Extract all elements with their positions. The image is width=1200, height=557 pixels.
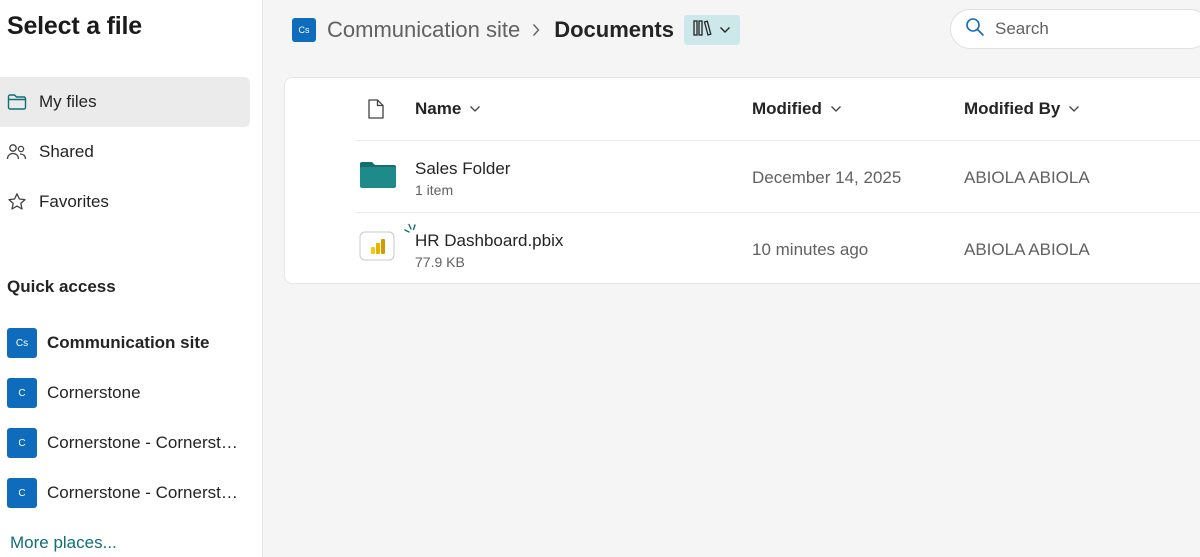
breadcrumb-current: Documents bbox=[554, 17, 674, 42]
site-badge: C bbox=[7, 378, 37, 408]
chevron-down-icon bbox=[469, 105, 481, 113]
site-badge: C bbox=[7, 478, 37, 508]
library-view-icon bbox=[693, 19, 713, 42]
modified-date: 10 minutes ago bbox=[752, 240, 869, 259]
page-title: Select a file bbox=[7, 12, 142, 40]
site-badge: Cs bbox=[292, 18, 316, 42]
column-label: Modified By bbox=[964, 99, 1061, 118]
folder-icon bbox=[359, 161, 397, 194]
file-type-icon[interactable] bbox=[367, 98, 385, 125]
chevron-down-icon bbox=[1068, 105, 1080, 113]
chevron-down-icon bbox=[830, 105, 842, 113]
nav-label: Shared bbox=[39, 142, 94, 161]
nav-shared[interactable]: Shared bbox=[0, 127, 250, 177]
people-icon bbox=[6, 141, 28, 163]
quick-access-cornerstone-sub-1[interactable]: C Cornerstone - Cornerstone bbox=[0, 418, 250, 468]
quick-access-label: Cornerstone - Cornerstone bbox=[47, 433, 242, 452]
column-header-modified[interactable]: Modified bbox=[752, 78, 842, 140]
file-meta: 77.9 KB bbox=[415, 254, 465, 270]
quick-access-label: Communication site bbox=[47, 333, 210, 352]
search-box[interactable] bbox=[950, 9, 1200, 49]
file-meta: 1 item bbox=[415, 182, 454, 198]
quick-access-cornerstone-sub-2[interactable]: C Cornerstone - Cornerstone bbox=[0, 468, 250, 518]
file-list: Name Modified Modified By Sales Folder 1… bbox=[284, 77, 1200, 284]
breadcrumb-site-link[interactable]: Communication site bbox=[327, 17, 520, 43]
sidebar: Select a file My files Shared Favorites … bbox=[0, 0, 263, 557]
file-name: Sales Folder bbox=[415, 159, 511, 178]
quick-access-label: Cornerstone - Cornerstone bbox=[47, 483, 242, 502]
nav-label: My files bbox=[39, 92, 97, 111]
table-row[interactable]: Sales Folder 1 item December 14, 2025 AB… bbox=[285, 141, 1200, 212]
file-name: HR Dashboard.pbix bbox=[415, 231, 564, 250]
view-options-button[interactable] bbox=[683, 15, 740, 45]
column-label: Name bbox=[415, 99, 462, 118]
quick-access-communication-site[interactable]: Cs Communication site bbox=[0, 318, 250, 368]
quick-access-label: Cornerstone bbox=[47, 383, 141, 402]
powerbi-file-icon bbox=[359, 231, 395, 266]
folder-icon bbox=[6, 91, 28, 113]
modified-date: December 14, 2025 bbox=[752, 168, 902, 187]
quick-access-cornerstone[interactable]: C Cornerstone bbox=[0, 368, 250, 418]
chevron-down-icon bbox=[719, 21, 731, 39]
more-places-link[interactable]: More places... bbox=[10, 533, 117, 553]
modified-by: ABIOLA ABIOLA bbox=[964, 168, 1090, 187]
table-row[interactable]: HR Dashboard.pbix 77.9 KB 10 minutes ago… bbox=[285, 213, 1200, 284]
site-badge: C bbox=[7, 428, 37, 458]
column-label: Modified bbox=[752, 99, 822, 118]
site-badge: Cs bbox=[7, 328, 37, 358]
quick-access-heading: Quick access bbox=[7, 277, 116, 296]
star-icon bbox=[6, 191, 28, 213]
column-header-modified-by[interactable]: Modified By bbox=[964, 78, 1080, 140]
nav-label: Favorites bbox=[39, 192, 109, 211]
chevron-right-icon bbox=[532, 23, 540, 37]
search-icon bbox=[965, 17, 985, 42]
modified-by: ABIOLA ABIOLA bbox=[964, 240, 1090, 259]
column-header-name[interactable]: Name bbox=[415, 78, 481, 140]
search-input[interactable] bbox=[995, 19, 1175, 39]
breadcrumb: Cs Communication site Documents bbox=[292, 14, 740, 46]
nav-my-files[interactable]: My files bbox=[0, 77, 250, 127]
nav-favorites[interactable]: Favorites bbox=[0, 177, 250, 227]
